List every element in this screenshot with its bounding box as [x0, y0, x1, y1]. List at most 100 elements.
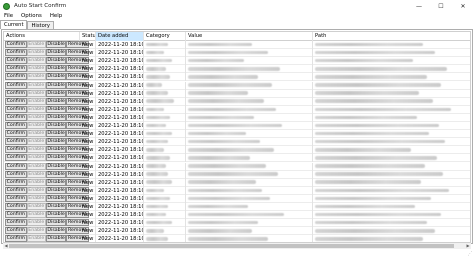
disable-button[interactable]: Disable [45, 65, 67, 73]
enable-button[interactable]: Enable [26, 73, 46, 81]
confirm-button[interactable]: Confirm [5, 235, 27, 242]
enable-button[interactable]: Enable [26, 162, 46, 170]
disable-button[interactable]: Disable [45, 130, 67, 138]
enable-button[interactable]: Enable [26, 89, 46, 97]
table-row[interactable]: Confirm Enable Disable Remove New 2022-11-20 … [4, 162, 470, 171]
close-icon[interactable]: ✕ [452, 0, 474, 12]
enable-button[interactable]: Enable [26, 49, 46, 57]
tab-history[interactable]: History [27, 21, 54, 29]
menu-help[interactable]: Help [50, 13, 62, 19]
enable-button[interactable]: Enable [26, 81, 46, 89]
enable-button[interactable]: Enable [26, 97, 46, 105]
table-row[interactable]: Confirm Enable Disable Remove New 2022-11-20 … [4, 130, 470, 139]
disable-button[interactable]: Disable [45, 122, 67, 130]
table-row[interactable]: Confirm Enable Disable Remove New 2022-11-20 … [4, 122, 470, 131]
minimize-icon[interactable]: — [408, 0, 430, 12]
confirm-button[interactable]: Confirm [5, 89, 27, 97]
confirm-button[interactable]: Confirm [5, 170, 27, 178]
disable-button[interactable]: Disable [45, 203, 67, 211]
disable-button[interactable]: Disable [45, 154, 67, 162]
disable-button[interactable]: Disable [45, 41, 67, 49]
confirm-button[interactable]: Confirm [5, 73, 27, 81]
table-row[interactable]: Confirm Enable Disable Remove New 2022-11-20 … [4, 89, 470, 98]
enable-button[interactable]: Enable [26, 113, 46, 121]
column-header-category[interactable]: Category [144, 32, 186, 41]
disable-button[interactable]: Disable [45, 219, 67, 227]
disable-button[interactable]: Disable [45, 170, 67, 178]
table-row[interactable]: Confirm Enable Disable Remove New 2022-11-20 … [4, 154, 470, 163]
enable-button[interactable]: Enable [26, 122, 46, 130]
column-header-date-added[interactable]: Date added [96, 32, 144, 41]
disable-button[interactable]: Disable [45, 73, 67, 81]
table-row[interactable]: Confirm Enable Disable Remove New 2022-11-20 … [4, 57, 470, 66]
table-row[interactable]: Confirm Enable Disable Remove New 2022-11-20 … [4, 178, 470, 187]
tab-current[interactable]: Current [0, 20, 28, 29]
column-header-actions[interactable]: Actions [4, 32, 80, 41]
confirm-button[interactable]: Confirm [5, 113, 27, 121]
table-row[interactable]: Confirm Enable Disable Remove New 2022-11-20 … [4, 146, 470, 155]
confirm-button[interactable]: Confirm [5, 81, 27, 89]
enable-button[interactable]: Enable [26, 105, 46, 113]
table-row[interactable]: Confirm Enable Disable Remove New 2022-11-20 … [4, 113, 470, 122]
table-row[interactable]: Confirm Enable Disable Remove New 2022-11-20 … [4, 105, 470, 114]
enable-button[interactable]: Enable [26, 138, 46, 146]
disable-button[interactable]: Disable [45, 186, 67, 194]
disable-button[interactable]: Disable [45, 57, 67, 65]
enable-button[interactable]: Enable [26, 186, 46, 194]
confirm-button[interactable]: Confirm [5, 154, 27, 162]
disable-button[interactable]: Disable [45, 235, 67, 242]
column-header-value[interactable]: Value [186, 32, 313, 41]
table-row[interactable]: Confirm Enable Disable Remove New 2022-11-20 … [4, 73, 470, 82]
maximize-icon[interactable]: ☐ [430, 0, 452, 12]
scrollbar-thumb[interactable] [9, 244, 454, 248]
confirm-button[interactable]: Confirm [5, 41, 27, 49]
table-row[interactable]: Confirm Enable Disable Remove New 2022-11-20 … [4, 41, 470, 50]
resize-grip-icon[interactable]: ⋰ [467, 251, 473, 257]
confirm-button[interactable]: Confirm [5, 186, 27, 194]
table-row[interactable]: Confirm Enable Disable Remove New 2022-11-20 … [4, 227, 470, 236]
disable-button[interactable]: Disable [45, 227, 67, 235]
table-row[interactable]: Confirm Enable Disable Remove New 2022-11-20 … [4, 186, 470, 195]
confirm-button[interactable]: Confirm [5, 162, 27, 170]
enable-button[interactable]: Enable [26, 211, 46, 219]
confirm-button[interactable]: Confirm [5, 194, 27, 202]
disable-button[interactable]: Disable [45, 194, 67, 202]
disable-button[interactable]: Disable [45, 178, 67, 186]
table-row[interactable]: Confirm Enable Disable Remove New 2022-11-20 … [4, 81, 470, 90]
enable-button[interactable]: Enable [26, 194, 46, 202]
confirm-button[interactable]: Confirm [5, 57, 27, 65]
disable-button[interactable]: Disable [45, 113, 67, 121]
table-row[interactable]: Confirm Enable Disable Remove New 2022-11-20 … [4, 211, 470, 220]
confirm-button[interactable]: Confirm [5, 130, 27, 138]
confirm-button[interactable]: Confirm [5, 138, 27, 146]
enable-button[interactable]: Enable [26, 219, 46, 227]
table-row[interactable]: Confirm Enable Disable Remove New 2022-11-20 … [4, 194, 470, 203]
confirm-button[interactable]: Confirm [5, 65, 27, 73]
enable-button[interactable]: Enable [26, 57, 46, 65]
table-row[interactable]: Confirm Enable Disable Remove New 2022-11-20 … [4, 49, 470, 58]
table-row[interactable]: Confirm Enable Disable Remove New 2022-11-20 … [4, 235, 470, 242]
menu-options[interactable]: Options [21, 13, 42, 19]
confirm-button[interactable]: Confirm [5, 211, 27, 219]
horizontal-scrollbar[interactable]: ◀ ▶ [3, 243, 471, 249]
table-row[interactable]: Confirm Enable Disable Remove New 2022-11-20 … [4, 65, 470, 74]
scroll-right-icon[interactable]: ▶ [465, 243, 471, 249]
table-row[interactable]: Confirm Enable Disable Remove New 2022-11-20 … [4, 138, 470, 147]
confirm-button[interactable]: Confirm [5, 97, 27, 105]
disable-button[interactable]: Disable [45, 162, 67, 170]
enable-button[interactable]: Enable [26, 41, 46, 49]
disable-button[interactable]: Disable [45, 211, 67, 219]
table-row[interactable]: Confirm Enable Disable Remove New 2022-11-20 … [4, 219, 470, 228]
enable-button[interactable]: Enable [26, 170, 46, 178]
enable-button[interactable]: Enable [26, 154, 46, 162]
enable-button[interactable]: Enable [26, 130, 46, 138]
table-row[interactable]: Confirm Enable Disable Remove New 2022-11-20 … [4, 97, 470, 106]
disable-button[interactable]: Disable [45, 97, 67, 105]
enable-button[interactable]: Enable [26, 227, 46, 235]
confirm-button[interactable]: Confirm [5, 105, 27, 113]
disable-button[interactable]: Disable [45, 146, 67, 154]
disable-button[interactable]: Disable [45, 105, 67, 113]
confirm-button[interactable]: Confirm [5, 203, 27, 211]
confirm-button[interactable]: Confirm [5, 178, 27, 186]
disable-button[interactable]: Disable [45, 89, 67, 97]
